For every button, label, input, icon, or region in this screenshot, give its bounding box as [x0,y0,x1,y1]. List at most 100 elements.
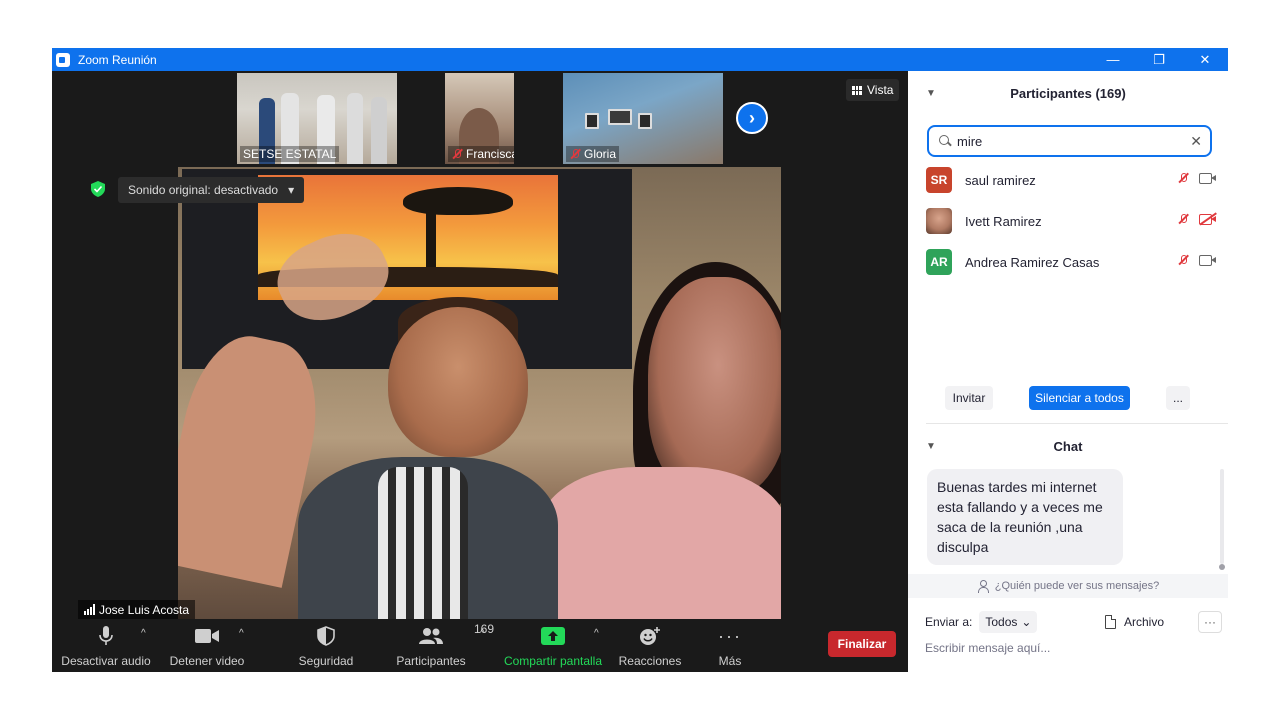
chat-panel-title: Chat [1053,438,1083,454]
file-button[interactable]: Archivo [1105,611,1164,633]
mic-muted-icon[interactable] [1177,254,1189,266]
picture-frame [608,109,632,125]
video-thumbnail[interactable]: Gloria [563,73,723,164]
file-label: Archivo [1124,615,1165,629]
painting-tree [403,187,513,215]
more-dots-icon: ··· [718,625,742,646]
more-label: Más [718,654,742,668]
side-panel: ▼ Participantes (169) ✕ SR saul ramirez … [908,71,1228,672]
mic-muted-icon[interactable] [1177,172,1189,184]
person-scarf [378,467,468,619]
collapse-chevron-icon[interactable]: ▼ [926,441,936,452]
participant-status-icons [1177,172,1216,184]
share-screen-button[interactable]: Compartir pantalla [500,624,606,670]
video-thumbnail[interactable]: Francisca [445,73,514,164]
microphone-icon [98,624,114,648]
mute-audio-label: Desactivar audio [61,654,151,668]
person-figure [371,97,387,164]
video-camera-icon [194,624,220,648]
mute-audio-button[interactable]: Desactivar audio [60,624,152,670]
participant-search-box[interactable]: ✕ [927,125,1212,157]
participant-row[interactable]: Ivett Ramirez [926,208,1217,234]
chat-message-input[interactable] [925,641,1215,655]
file-icon [1105,615,1116,629]
participants-button[interactable]: 169 Participantes [390,622,494,670]
meeting-toolbar: Desactivar audio ^ Detener video ^ Segur… [52,620,908,672]
send-to-row: Enviar a: Todos ⌄ Archivo ··· [925,611,1222,633]
video-thumbnail[interactable]: SETSE ESTATAL [237,73,397,164]
minimize-button[interactable]: — [1090,48,1136,71]
picture-frame [638,113,652,129]
chevron-down-icon: ▾ [288,183,295,197]
participants-label: Participantes [396,654,466,668]
share-screen-label: Compartir pantalla [503,654,603,668]
reactions-label: Reacciones [618,654,682,668]
mute-all-button[interactable]: Silenciar a todos [1029,386,1130,410]
chat-panel-header: ▼ Chat [908,433,1228,459]
video-off-icon[interactable] [1199,212,1217,226]
participant-actions: Invitar Silenciar a todos ... [908,386,1228,410]
more-options-button[interactable]: ... [1166,386,1190,410]
picture-frame [585,113,599,129]
video-on-icon[interactable] [1199,172,1216,184]
main-speaker-video [178,167,781,619]
send-to-label: Enviar a: [925,615,973,629]
close-window-button[interactable]: ✕ [1182,48,1228,71]
participants-icon: 169 [418,622,494,648]
message-visibility-label: ¿Quién puede ver sus mensajes? [994,580,1160,592]
screenshot-stage: Zoom Reunión — ❐ ✕ SETSE ESTATAL Francis… [0,0,1280,720]
video-area: SETSE ESTATAL Francisca Gloria › Vista S… [52,71,908,672]
participant-name: saul ramirez [965,172,1036,188]
thumbnail-name: SETSE ESTATAL [243,147,337,161]
person-figure [347,93,363,164]
stop-video-label: Detener video [169,654,245,668]
person-icon [977,580,989,593]
original-sound-toggle[interactable]: Sonido original: desactivado ▾ [118,177,305,203]
zoom-window: Zoom Reunión — ❐ ✕ SETSE ESTATAL Francis… [52,48,1228,672]
original-sound-label: Sonido original: desactivado [128,183,279,197]
participants-panel-header: ▼ Participantes (169) [908,81,1228,105]
next-page-arrow-icon[interactable]: › [736,102,768,134]
end-meeting-button[interactable]: Finalizar [828,631,896,657]
chat-more-button[interactable]: ··· [1198,611,1222,633]
invite-button[interactable]: Invitar [945,386,993,410]
encryption-shield-icon[interactable] [91,181,105,197]
participant-status-icons [1177,254,1216,266]
participant-row[interactable]: SR saul ramirez [926,167,1216,193]
participant-status-icons [1177,212,1217,226]
stop-video-button[interactable]: Detener video [165,624,249,670]
send-to-dropdown[interactable]: Todos ⌄ [979,611,1038,633]
reactions-button[interactable]: Reacciones [616,624,684,670]
mic-muted-icon[interactable] [1177,213,1189,225]
collapse-chevron-icon[interactable]: ▼ [926,88,936,99]
chevron-down-icon: ⌄ [1021,615,1032,629]
thumbnail-name: Francisca [466,147,514,161]
participants-options-caret-icon[interactable]: ^ [480,628,485,639]
avatar: SR [926,167,952,193]
zoom-app-icon [56,52,70,67]
window-controls: — ❐ ✕ [1090,48,1228,71]
security-button[interactable]: Seguridad [292,624,360,670]
avatar: AR [926,249,952,275]
participant-search-input[interactable] [957,133,1177,149]
restore-button[interactable]: ❐ [1136,48,1182,71]
avatar [926,208,952,234]
view-button[interactable]: Vista [846,79,900,101]
chat-scrollbar[interactable] [1219,469,1225,570]
participants-panel-title: Participantes (169) [1010,85,1126,101]
message-visibility-link[interactable]: ¿Quién puede ver sus mensajes? [908,574,1228,598]
video-options-caret-icon[interactable]: ^ [239,628,244,639]
clear-search-icon[interactable]: ✕ [1190,133,1202,150]
grid-view-icon [852,85,862,95]
mic-muted-icon [569,148,581,160]
audio-options-caret-icon[interactable]: ^ [141,628,146,639]
connection-signal-icon [84,604,95,615]
panel-divider [926,423,1228,424]
speaker-name-tag: Jose Luis Acosta [78,600,196,619]
share-options-caret-icon[interactable]: ^ [594,628,599,639]
participant-row[interactable]: AR Andrea Ramirez Casas [926,249,1216,275]
security-label: Seguridad [298,654,354,668]
view-button-label: Vista [867,83,894,97]
more-button[interactable]: ··· Más [710,624,750,670]
video-on-icon[interactable] [1199,254,1216,266]
